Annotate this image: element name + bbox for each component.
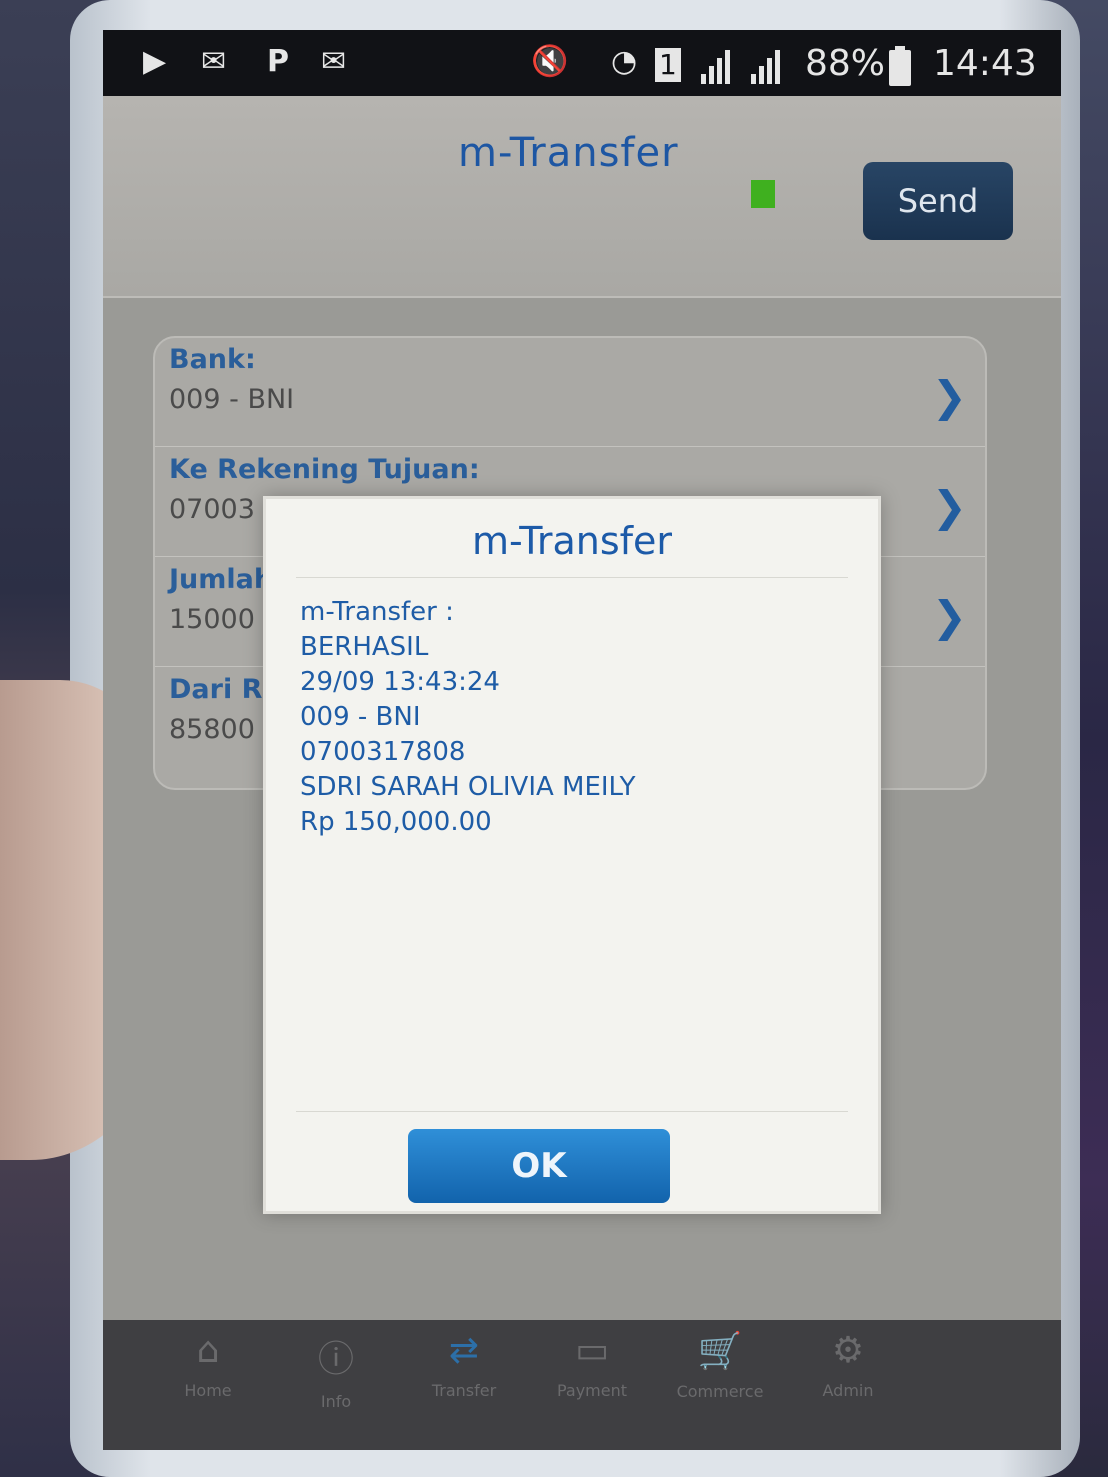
signal-icon bbox=[751, 50, 780, 84]
transfer-icon: ⇄ bbox=[448, 1330, 480, 1371]
row-value: 85800 bbox=[169, 714, 255, 745]
page-title: m-Transfer bbox=[458, 130, 679, 176]
chevron-right-icon: ❯ bbox=[931, 482, 967, 531]
send-button[interactable]: Send bbox=[863, 162, 1013, 240]
home-icon: ⌂ bbox=[196, 1330, 220, 1371]
nav-item-commerce[interactable]: 🛒 Commerce bbox=[655, 1330, 785, 1401]
clock: 14:43 bbox=[933, 43, 1037, 84]
sim-icon: 1 bbox=[655, 48, 681, 82]
row-value: 15000 bbox=[169, 604, 255, 635]
dialog-title: m-Transfer bbox=[471, 519, 673, 563]
phone-screen: ▶ ✉ P ✉ 🔇 ◔ 1 88% 14:43 m-Transfer Send … bbox=[103, 30, 1061, 1450]
nav-label: Home bbox=[184, 1381, 232, 1400]
row-label: Bank: bbox=[169, 344, 256, 375]
battery-icon bbox=[889, 46, 911, 86]
row-label: Dari R bbox=[169, 674, 263, 705]
nav-label: Payment bbox=[556, 1381, 628, 1400]
message-line: SDRI SARAH OLIVIA MEILY bbox=[300, 772, 636, 802]
message-line: 009 - BNI bbox=[300, 702, 421, 732]
nav-item-transfer[interactable]: ⇄ Transfer bbox=[399, 1330, 529, 1400]
nav-label: Transfer bbox=[431, 1381, 497, 1400]
chevron-right-icon: ❯ bbox=[931, 372, 967, 421]
nav-item-admin[interactable]: ⚙ Admin bbox=[783, 1330, 913, 1400]
row-label: Jumlah bbox=[169, 564, 274, 595]
row-label: Ke Rekening Tujuan: bbox=[169, 454, 480, 485]
signal-icon bbox=[701, 50, 730, 84]
mute-icon: 🔇 bbox=[531, 44, 569, 79]
nav-label: Admin bbox=[822, 1381, 874, 1400]
admin-icon: ⚙ bbox=[831, 1330, 865, 1371]
nav-item-home[interactable]: ⌂ Home bbox=[143, 1330, 273, 1400]
nav-item-info[interactable]: ⓘ Info bbox=[271, 1330, 401, 1411]
divider bbox=[296, 577, 848, 578]
message-line: 29/09 13:43:24 bbox=[300, 667, 500, 697]
form-row-bank[interactable]: Bank: 009 - BNI ❯ bbox=[155, 338, 985, 447]
wifi-icon: ◔ bbox=[611, 44, 638, 79]
message-line: 0700317808 bbox=[300, 737, 466, 767]
row-value: 07003 bbox=[169, 494, 255, 525]
message-line: Rp 150,000.00 bbox=[300, 807, 492, 837]
message-line: m-Transfer : bbox=[300, 597, 454, 627]
divider bbox=[296, 1111, 848, 1112]
p-icon: P bbox=[267, 44, 289, 79]
row-value: 009 - BNI bbox=[169, 384, 295, 415]
battery-percent: 88% bbox=[805, 43, 886, 84]
message-line: BERHASIL bbox=[300, 632, 429, 662]
nav-item-payment[interactable]: ▭ Payment bbox=[527, 1330, 657, 1400]
bottom-nav: ⌂ Home ⓘ Info ⇄ Transfer ▭ Payment 🛒 Com… bbox=[103, 1320, 1061, 1450]
nav-label: Commerce bbox=[676, 1382, 764, 1401]
status-bar: ▶ ✉ P ✉ 🔇 ◔ 1 88% 14:43 bbox=[103, 30, 1061, 96]
payment-icon: ▭ bbox=[574, 1330, 609, 1371]
dialog-message: m-Transfer : BERHASIL 29/09 13:43:24 009… bbox=[300, 595, 840, 840]
result-dialog: m-Transfer m-Transfer : BERHASIL 29/09 1… bbox=[263, 496, 881, 1214]
mail-at-icon: ✉ bbox=[201, 44, 227, 79]
info-icon: ⓘ bbox=[317, 1339, 354, 1380]
connection-status-indicator bbox=[751, 180, 775, 208]
chevron-right-icon: ❯ bbox=[931, 592, 967, 641]
mail-icon: ✉ bbox=[321, 44, 347, 79]
youtube-icon: ▶ bbox=[143, 44, 167, 79]
nav-label: Info bbox=[320, 1392, 352, 1411]
commerce-icon: 🛒 bbox=[697, 1331, 743, 1372]
ok-button[interactable]: OK bbox=[408, 1129, 670, 1203]
